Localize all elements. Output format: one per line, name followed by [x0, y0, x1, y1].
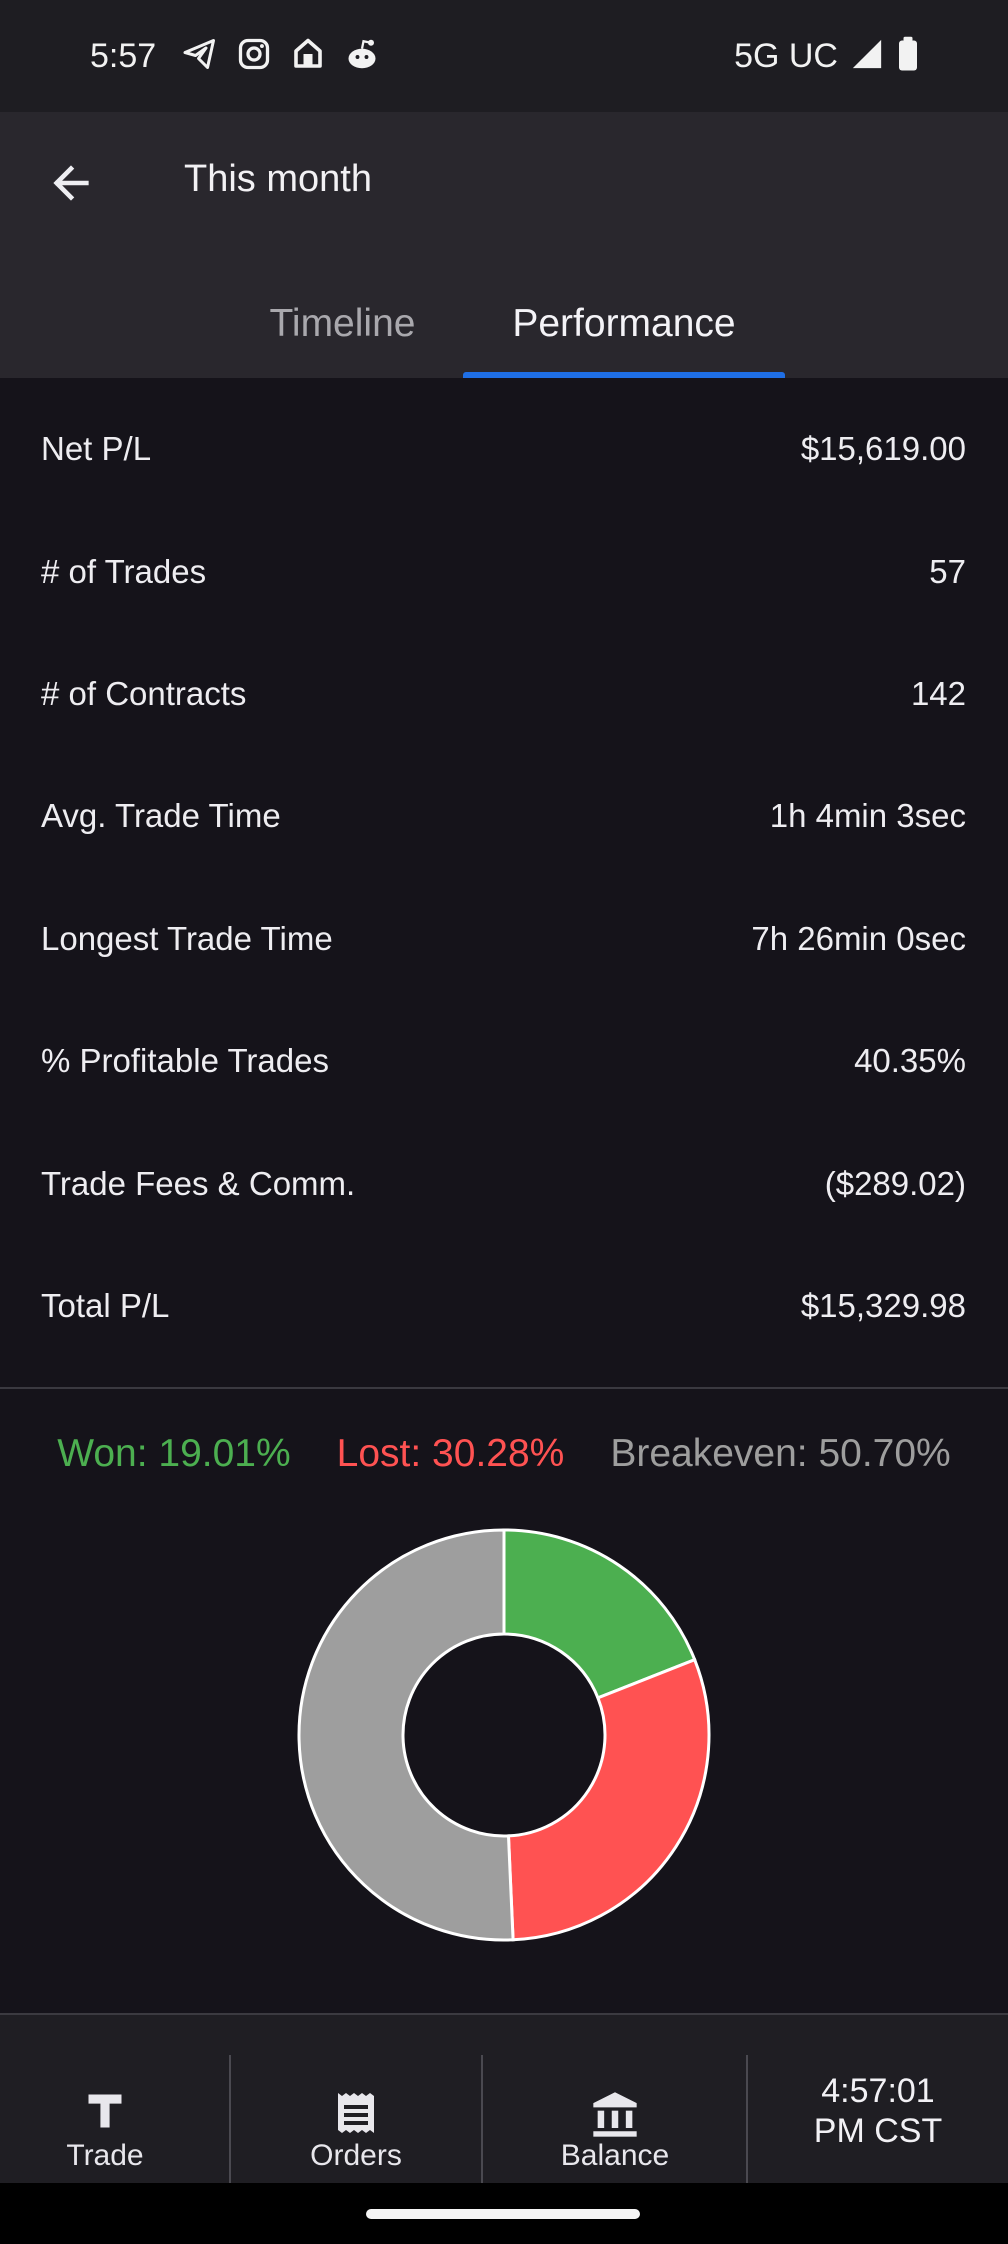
balance-icon — [593, 2092, 637, 2137]
performance-stats: Net P/L $15,619.00 # of Trades 57 # of C… — [0, 388, 1008, 1367]
stat-label: Avg. Trade Time — [41, 797, 281, 835]
stat-value: $15,329.98 — [800, 1286, 966, 1324]
bottom-nav: Trade Orders Balance 4:57:01 PM CST — [0, 2013, 1008, 2185]
home-icon — [290, 36, 326, 77]
legend-breakeven: Breakeven: 50.70% — [610, 1432, 951, 1475]
stat-value: 1h 4min 3sec — [769, 797, 966, 835]
stat-value: $15,619.00 — [800, 430, 966, 468]
nav-balance-label: Balance — [560, 2139, 670, 2172]
status-bar-right: 5G UC — [734, 36, 920, 77]
stat-row-longest-trade-time: Longest Trade Time 7h 26min 0sec — [0, 878, 1008, 1000]
system-navigation-area — [0, 2183, 1008, 2244]
stat-label: # of Contracts — [41, 674, 247, 712]
telegram-icon — [182, 36, 218, 77]
instagram-icon — [236, 36, 272, 77]
nav-orders-label: Orders — [310, 2139, 402, 2172]
market-clock: 4:57:01 PM CST — [748, 2071, 1008, 2151]
signal-icon — [850, 37, 884, 76]
battery-icon — [896, 36, 920, 77]
nav-trade-label: Trade — [66, 2139, 144, 2172]
page-title: This month — [184, 158, 372, 200]
stat-label: % Profitable Trades — [41, 1042, 329, 1080]
stat-value: 57 — [929, 552, 966, 590]
nav-orders[interactable]: Orders — [231, 2035, 481, 2185]
active-tab-indicator — [463, 372, 785, 378]
tab-bar: Timeline Performance — [0, 270, 1008, 378]
stat-value: 142 — [910, 674, 966, 712]
stat-label: Longest Trade Time — [41, 919, 333, 957]
donut-slice-lost — [506, 1657, 711, 1942]
stat-row-profitable-trades: % Profitable Trades 40.35% — [0, 1000, 1008, 1122]
reddit-icon — [344, 36, 380, 77]
legend-lost: Lost: 30.28% — [336, 1432, 565, 1475]
stat-label: Trade Fees & Comm. — [41, 1164, 356, 1202]
stat-row-net-pl: Net P/L $15,619.00 — [0, 388, 1008, 510]
stat-row-num-trades: # of Trades 57 — [0, 510, 1008, 632]
section-divider — [0, 1387, 1008, 1389]
status-bar: 5:57 5G UC — [0, 0, 1008, 112]
stat-label: Total P/L — [41, 1286, 170, 1324]
nav-trade[interactable]: Trade — [0, 2035, 210, 2185]
stat-row-num-contracts: # of Contracts 142 — [0, 633, 1008, 755]
clock-timezone: PM CST — [813, 2112, 943, 2150]
stat-label: # of Trades — [41, 552, 207, 590]
legend-won: Won: 19.01% — [57, 1432, 291, 1475]
network-label: 5G UC — [734, 36, 838, 75]
stat-row-fees: Trade Fees & Comm. ($289.02) — [0, 1122, 1008, 1244]
home-gesture-bar[interactable] — [366, 2209, 640, 2219]
status-bar-left: 5:57 — [90, 36, 380, 77]
stat-row-avg-trade-time: Avg. Trade Time 1h 4min 3sec — [0, 755, 1008, 877]
orders-icon — [338, 2093, 374, 2133]
trade-icon — [88, 2094, 122, 2128]
stat-value: ($289.02) — [824, 1164, 966, 1202]
chart-legend: Won: 19.01% Lost: 30.28% Breakeven: 50.7… — [0, 1432, 1008, 1484]
nav-balance[interactable]: Balance — [483, 2035, 747, 2185]
win-loss-donut-chart — [297, 1528, 711, 1942]
clock-time: 4:57:01 — [821, 2072, 935, 2110]
tab-timeline[interactable]: Timeline — [230, 270, 455, 378]
donut-slice-breakeven — [297, 1528, 515, 1942]
stat-label: Net P/L — [41, 430, 152, 468]
stat-row-total-pl: Total P/L $15,329.98 — [0, 1245, 1008, 1367]
tab-performance[interactable]: Performance — [463, 270, 785, 378]
status-time: 5:57 — [90, 36, 157, 75]
app-bar: This month Timeline Performance — [0, 112, 1008, 378]
back-button[interactable] — [36, 148, 106, 218]
back-arrow-icon — [53, 165, 89, 201]
stat-value: 7h 26min 0sec — [751, 919, 966, 957]
stat-value: 40.35% — [854, 1042, 966, 1080]
